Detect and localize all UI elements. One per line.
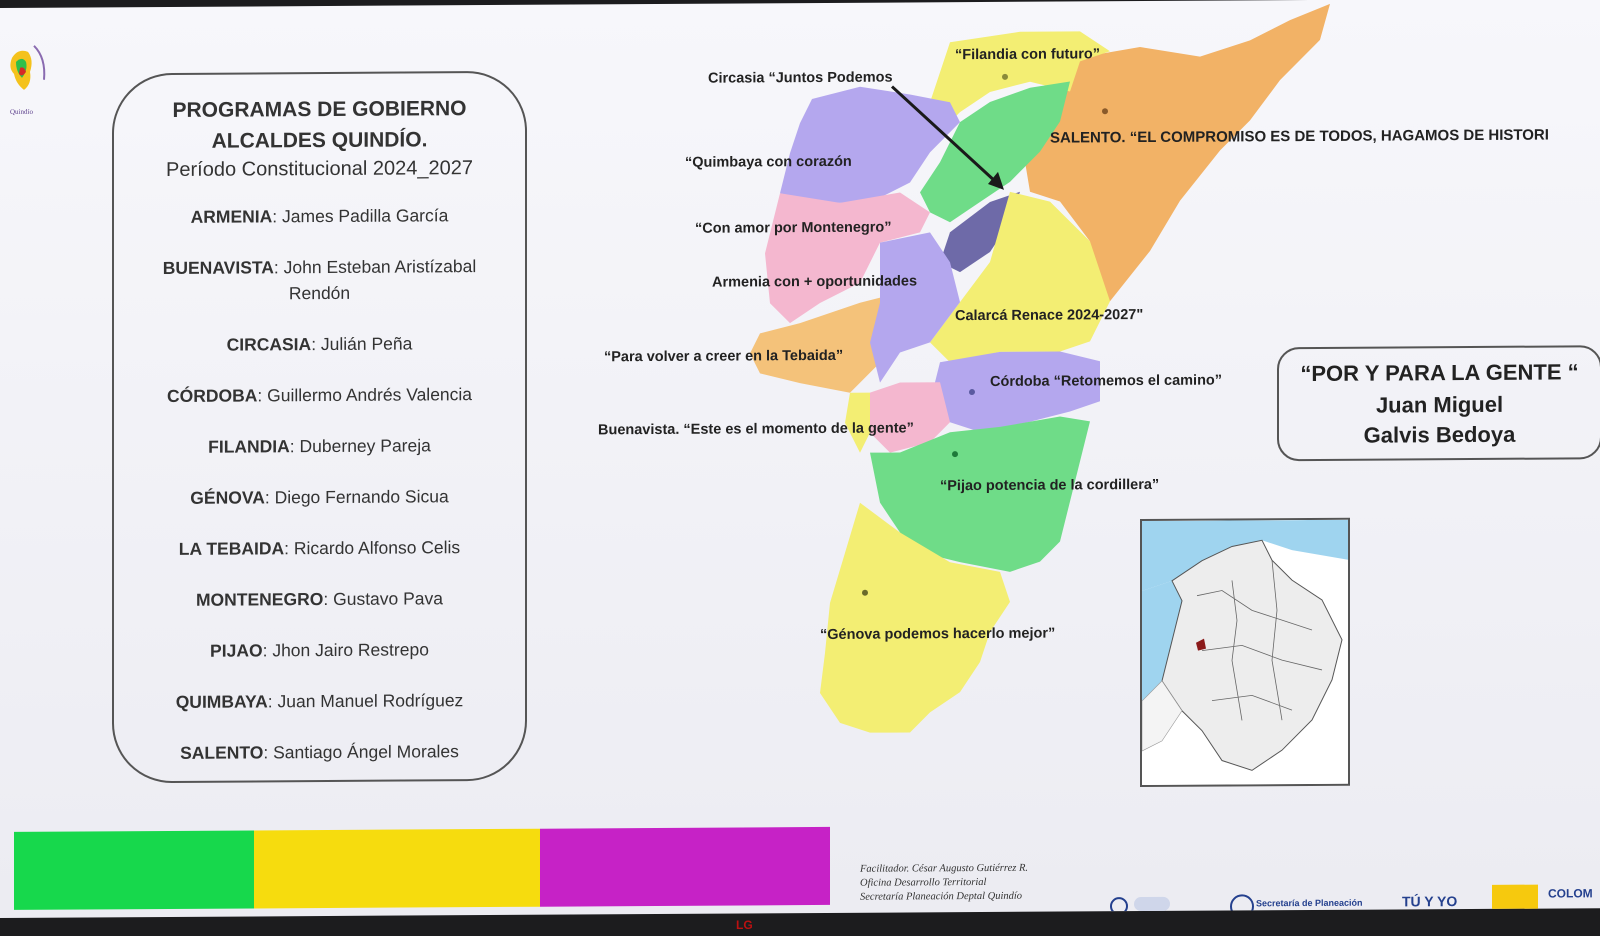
- band-green: [14, 830, 254, 910]
- planeacion-icon: [1230, 894, 1254, 919]
- seal-icon: [1110, 897, 1128, 916]
- slogan-box: “POR Y PARA LA GENTE “ Juan Miguel Galvi…: [1277, 345, 1600, 462]
- governor-name: Juan Miguel Galvis Bedoya: [1363, 391, 1516, 448]
- presentation-slide: Quindío PROGRAMAS DE GOBIERNO ALCALDES Q…: [0, 0, 1600, 919]
- label-armenia: Armenia con + oportunidades: [712, 273, 917, 290]
- tu-y-yo-logo: TÚ Y YO: [1402, 893, 1458, 910]
- label-filandia: “Filandia con futuro”: [955, 46, 1100, 63]
- colombia-brand-icon: [1492, 884, 1538, 915]
- label-genova: “Génova podemos hacerlo mejor”: [820, 626, 1055, 643]
- colombia-inset-map: [1140, 517, 1350, 788]
- credits: Facilitador. César Augusto Gutiérrez R. …: [860, 862, 1028, 903]
- band-purple: [540, 826, 830, 907]
- planeacion-logo: Secretaría de Planeación: [1256, 897, 1363, 909]
- label-salento: SALENTO. “EL COMPROMISO ES DE TODOS, HAG…: [1050, 127, 1549, 147]
- tv-brand-logo: LG: [736, 918, 753, 932]
- monitor-bezel: [0, 918, 1600, 936]
- band-yellow: [254, 828, 540, 909]
- marker-genova: [862, 589, 868, 596]
- label-montenegro: “Con amor por Montenegro”: [695, 220, 892, 237]
- label-cordoba: Córdoba “Retomemos el camino”: [990, 373, 1222, 390]
- quindio-mini-logo-icon: [1134, 896, 1170, 912]
- label-circasia: Circasia “Juntos Podemos: [708, 70, 893, 87]
- marker-cordoba: [969, 389, 975, 396]
- colombia-logo: COLOM: [1548, 886, 1593, 901]
- label-pijao: “Pijao potencia de la cordillera”: [940, 477, 1159, 494]
- label-tebaida: “Para volver a creer en la Tebaida”: [604, 348, 843, 365]
- footer-logos: Secretaría de Planeación TÚ Y YO COLOM: [1110, 884, 1593, 919]
- slogan-text: “POR Y PARA LA GENTE “: [1300, 359, 1579, 387]
- marker-pijao: [952, 451, 958, 458]
- marker-filandia: [1002, 73, 1008, 80]
- marker-salento: [1102, 108, 1108, 115]
- label-calarca: Calarcá Renace 2024-2027": [955, 307, 1143, 324]
- label-quimbaya: “Quimbaya con corazón: [685, 154, 852, 171]
- label-buenavista: Buenavista. “Este es el momento de la ge…: [598, 420, 914, 438]
- colombia-map-graphic: [1141, 519, 1348, 786]
